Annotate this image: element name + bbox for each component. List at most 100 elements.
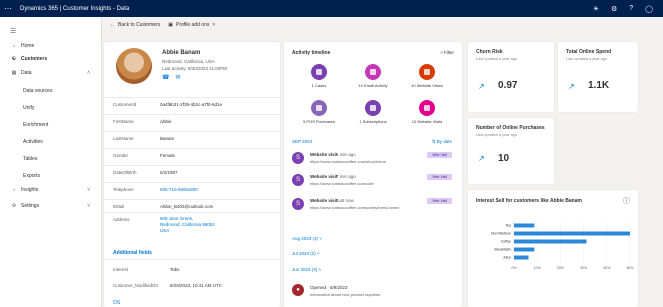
opened-item[interactable]: Opened · 6/9/2023 xyxy=(310,285,348,290)
app-title: Dynamics 365 | Customer Insights - Data xyxy=(20,5,130,12)
mail-icon[interactable]: ✉ xyxy=(175,74,180,81)
back-arrow-icon: ← xyxy=(110,22,115,28)
bar[interactable] xyxy=(514,239,587,244)
phone-icon[interactable]: ☎ xyxy=(162,74,169,81)
nav-data[interactable]: ▦ Data ˄ xyxy=(0,68,102,78)
lightbulb-icon[interactable]: ☀ xyxy=(593,5,599,13)
nav-data-sources[interactable]: Data sources xyxy=(0,86,102,96)
timeline-title: Activity timeline xyxy=(292,50,331,56)
sidebar: ☰ ⌂ Home ☯ Customers ▦ Data ˄ Data sourc… xyxy=(0,17,102,307)
activity-type-bubble[interactable]: 10 Website Visits xyxy=(402,100,452,124)
nav-insights[interactable]: ☼ Insights ˅ xyxy=(0,185,102,195)
bar[interactable] xyxy=(514,231,630,236)
website-view-icon xyxy=(419,64,435,80)
profile-addons-icon: ▣ xyxy=(168,22,173,28)
timeline-filter-button[interactable]: ▿ Filter xyxy=(440,50,454,56)
activity-type-bubble[interactable]: 10 Email Activity xyxy=(348,64,398,88)
timeline-item[interactable]: S Website visit 5 min ago https://www.co… xyxy=(290,150,456,172)
last-activity: Last activity: 8/30/2023 11:00PM xyxy=(162,66,227,71)
customer-name: Abbie Banam xyxy=(162,50,201,56)
category-label: Coffee xyxy=(501,240,511,244)
activity-type-badge: Web Visit xyxy=(427,174,452,180)
category-label: Juice xyxy=(503,256,511,260)
timeline-period-aug[interactable]: Aug 2023 (4) ˅ xyxy=(292,236,322,241)
address-line-1[interactable]: 508 Jane Green, xyxy=(160,216,194,221)
more-fields-link[interactable]: OS xyxy=(113,300,120,306)
opened-description: Information about new product inquiries xyxy=(310,292,381,297)
bar[interactable] xyxy=(514,247,535,252)
data-icon: ▦ xyxy=(11,70,17,76)
globe-icon: S xyxy=(292,198,304,210)
help-icon[interactable]: ? xyxy=(629,5,633,12)
case-icon xyxy=(311,64,327,80)
kpi-value: 1.1K xyxy=(588,80,610,91)
field-email: EMail Abbie_B403@outlook.com xyxy=(104,199,280,212)
timeline-period-jul[interactable]: Jul 2023 (2) ˅ xyxy=(292,251,320,256)
filter-icon: ▿ xyxy=(440,50,443,55)
kpi-value: 10 xyxy=(498,153,510,164)
nav-activities[interactable]: Activities xyxy=(0,137,102,147)
chevron-down-icon: ˅ xyxy=(87,203,90,209)
settings-gear-icon[interactable]: ⚙ xyxy=(611,5,617,13)
activity-type-bubble[interactable]: 1 Cases xyxy=(294,64,344,88)
x-tick-label: 10% xyxy=(534,266,541,270)
email-icon xyxy=(365,64,381,80)
subscription-icon xyxy=(365,100,381,116)
category-label: Non Medium xyxy=(491,232,511,236)
chart-line-icon: ↗ xyxy=(568,82,575,91)
kpi-churn-risk[interactable]: Churn Risk Last updated a year ago ↗ 0.9… xyxy=(468,42,554,112)
bar-chart: 0% 10% 20% 30% 40% 50% Tea Non Medium Coffee Brea… xyxy=(491,221,634,270)
activity-type-badge: Web Visit xyxy=(427,152,452,158)
field-lastname: LastName Banam xyxy=(104,131,280,144)
additional-fields-header[interactable]: Additional fields xyxy=(113,250,152,256)
sort-icon: ⇅ xyxy=(431,139,436,144)
app-launcher-icon[interactable]: ⋯ xyxy=(0,0,16,17)
nav-exports[interactable]: Exports xyxy=(0,171,102,181)
telephone-link[interactable]: 555-710-6666x800 xyxy=(160,187,198,192)
chevron-down-icon: ˅ xyxy=(212,22,216,28)
timeline-group-header[interactable]: SEP 2023 xyxy=(292,139,312,144)
chevron-down-icon: ˅ xyxy=(87,187,90,193)
x-tick-label: 50% xyxy=(626,266,633,270)
additional-field-value: 8/29/2023, 10:41 AM UTC xyxy=(170,283,223,288)
address-line-2[interactable]: Redmond, California 98052 xyxy=(160,222,215,227)
timeline-item[interactable]: S Website visit Just now https://www.con… xyxy=(290,196,456,218)
activity-timeline-card: Activity timeline ▿ Filter 1 Cases 10 Em… xyxy=(284,42,462,307)
timeline-item[interactable]: S Website visit 7 min ago https://www.co… xyxy=(290,172,456,194)
opened-icon: ● xyxy=(292,284,304,296)
nav-home[interactable]: ⌂ Home xyxy=(0,41,102,51)
bar[interactable] xyxy=(514,255,529,260)
chart-line-icon: ↗ xyxy=(478,154,485,163)
additional-fields-section: Additional fields Interest Tabs Customer… xyxy=(104,247,280,307)
kpi-online-purchases[interactable]: Number of Online Purchases Last updated … xyxy=(468,118,554,184)
customer-avatar xyxy=(116,48,152,84)
nav-settings[interactable]: ⚙ Settings ˅ xyxy=(0,201,102,211)
bar[interactable] xyxy=(514,223,535,228)
customer-location: Redmond, California, USA xyxy=(162,59,215,64)
activity-type-bubble[interactable]: 5 POS Purchases xyxy=(294,100,344,124)
hamburger-menu-icon[interactable]: ☰ xyxy=(10,27,16,35)
nav-customers[interactable]: ☯ Customers xyxy=(0,54,102,64)
additional-field-label: Interest xyxy=(113,267,129,272)
timeline-period-jun[interactable]: Jun 2023 (3) ˄ xyxy=(292,267,321,272)
activity-type-bubble[interactable]: 10 Website Views xyxy=(402,64,452,88)
nav-tables[interactable]: Tables xyxy=(0,154,102,164)
category-label: Tea xyxy=(505,224,511,228)
customer-profile-card: Abbie Banam Redmond, California, USA Las… xyxy=(104,42,280,307)
x-tick-label: 20% xyxy=(557,266,564,270)
field-telephone: Telephone 555-710-6666x800 xyxy=(104,182,280,195)
address-line-3[interactable]: USA xyxy=(160,228,169,233)
user-avatar-icon[interactable]: ◯ xyxy=(645,5,653,13)
kpi-total-online-spend[interactable]: Total Online Spend Last updated a year a… xyxy=(558,42,638,112)
kpi-value: 0.97 xyxy=(498,80,518,91)
nav-unify[interactable]: Unify xyxy=(0,103,102,113)
field-customerid: CustomerId 0a4f6b31-2f39-4b2c-a7f0-6d1e xyxy=(104,97,280,110)
nav-enrichment[interactable]: Enrichment xyxy=(0,120,102,130)
activity-type-badge: Web Visit xyxy=(427,198,452,204)
back-to-customers-button[interactable]: ← Back to Customers xyxy=(110,22,160,28)
timeline-sort-button[interactable]: ⇅ By date xyxy=(432,139,452,145)
activity-type-bubble[interactable]: 1 Subscriptions xyxy=(348,100,398,124)
additional-field-label: Customer_ModifiedOn xyxy=(113,283,159,288)
profile-add-ons-button[interactable]: ▣ Profile add ons ˅ xyxy=(168,22,215,28)
home-icon: ⌂ xyxy=(12,43,16,49)
